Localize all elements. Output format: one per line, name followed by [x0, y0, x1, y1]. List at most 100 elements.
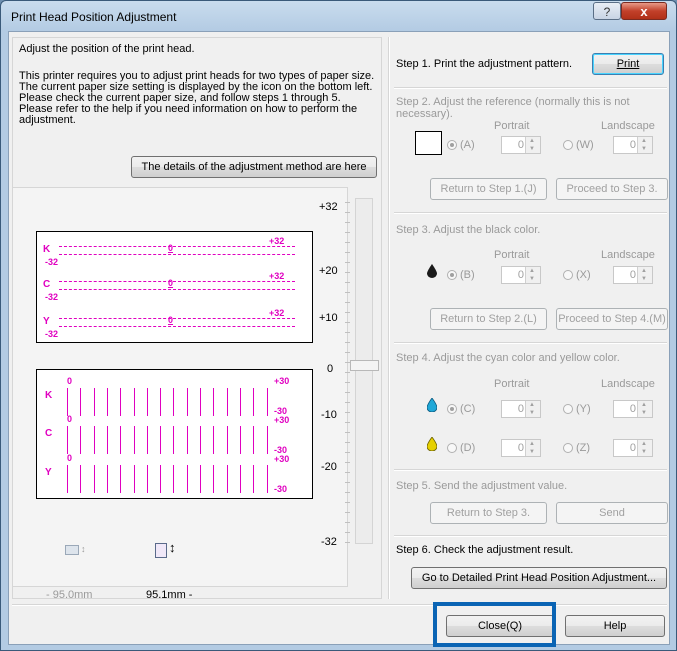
scale-tick	[345, 462, 350, 463]
pattern-bar	[186, 426, 188, 454]
adjustment-details-button[interactable]: The details of the adjustment method are…	[131, 156, 377, 178]
pattern-bar	[239, 426, 241, 454]
pattern-bar	[186, 465, 188, 493]
scale-tick	[345, 312, 350, 313]
dialog-client-area: Adjust the position of the print head. T…	[8, 31, 670, 645]
pattern-bar	[266, 388, 268, 416]
portrait-paper-icon	[155, 543, 167, 558]
scale-label: -32	[321, 536, 337, 548]
proceed-to-step4-button[interactable]: Proceed to Step 4.(M)	[556, 308, 668, 330]
pattern-bar	[160, 426, 162, 454]
step4-cyan-portrait-spinner[interactable]: 0 ▲ ▼	[501, 400, 541, 418]
scale-tick	[345, 392, 350, 393]
scale-tick	[345, 422, 350, 423]
scale-tick	[345, 412, 350, 413]
step-separator	[394, 212, 667, 214]
pattern-bar	[67, 465, 68, 493]
radio-option-x[interactable]	[563, 270, 573, 280]
window-title: Print Head Position Adjustment	[11, 10, 177, 24]
detailed-adjustment-button[interactable]: Go to Detailed Print Head Position Adjus…	[411, 567, 667, 589]
pattern-sheet-top: +32 +32 +32 -32 -32 -32 0 0 0 K C Y	[36, 231, 313, 343]
footer-separator	[12, 604, 667, 606]
scale-label: -10	[321, 409, 337, 421]
option-w-label: (W)	[576, 139, 594, 151]
scale-tick	[345, 442, 350, 443]
pattern-bar	[93, 465, 95, 493]
step4-cyan-landscape-spinner[interactable]: 0 ▲ ▼	[613, 400, 653, 418]
pattern-bar	[200, 388, 201, 416]
scale-tick	[345, 322, 350, 323]
pattern-bar	[253, 426, 255, 454]
scale-ticks	[345, 202, 351, 543]
proceed-to-step3-button[interactable]: Proceed to Step 3.	[556, 178, 668, 200]
scale-tick	[345, 492, 350, 493]
scale-tick	[345, 452, 350, 453]
pattern-bar	[120, 465, 122, 493]
option-d-label: (D)	[460, 442, 476, 454]
pattern-bar	[106, 426, 108, 454]
pattern-bar	[120, 426, 122, 454]
pattern-bar	[226, 388, 228, 416]
cyan-ink-drop-icon	[427, 398, 437, 412]
radio-option-y[interactable]	[563, 404, 573, 414]
radio-option-a[interactable]	[447, 140, 457, 150]
step3-landscape-spinner[interactable]: 0 ▲ ▼	[613, 266, 653, 284]
radio-option-z[interactable]	[563, 443, 573, 453]
step4-yellow-landscape-spinner[interactable]: 0 ▲ ▼	[613, 439, 653, 457]
pattern-bar	[213, 465, 215, 493]
step3-portrait-spinner[interactable]: 0 ▲ ▼	[501, 266, 541, 284]
scale-tick	[345, 372, 350, 373]
return-to-step1-button[interactable]: Return to Step 1.(J)	[430, 178, 547, 200]
step-separator	[394, 469, 667, 471]
return-to-step2-button[interactable]: Return to Step 2.(L)	[430, 308, 547, 330]
scale-tick	[345, 232, 350, 233]
step2-portrait-spinner[interactable]: 0 ▲ ▼	[501, 136, 541, 154]
pattern-bar	[253, 465, 255, 493]
adjustment-slider-thumb[interactable]	[350, 360, 379, 371]
radio-option-c[interactable]	[447, 404, 457, 414]
pattern-bar	[80, 388, 82, 416]
scale-tick	[345, 332, 350, 333]
pattern-bar	[120, 388, 122, 416]
pattern-bar	[213, 426, 215, 454]
pattern-bar	[133, 388, 135, 416]
help-button[interactable]: Help	[565, 615, 665, 637]
scale-tick	[345, 282, 350, 283]
radio-option-w[interactable]	[563, 140, 573, 150]
title-help-button[interactable]: ?	[593, 2, 621, 20]
pattern-bar	[173, 465, 175, 493]
scale-tick	[345, 532, 350, 533]
scale-label: 0	[327, 363, 334, 375]
pattern-bar	[93, 388, 95, 416]
step2-landscape-label: Landscape	[601, 120, 655, 132]
title-close-button[interactable]: x	[621, 2, 667, 20]
scale-label: +10	[319, 312, 338, 324]
step2-landscape-spinner[interactable]: 0 ▲ ▼	[613, 136, 653, 154]
pattern-bar	[80, 465, 82, 493]
scale-tick	[345, 272, 350, 273]
step2-portrait-label: Portrait	[494, 120, 530, 132]
step5-label: Step 5. Send the adjustment value.	[396, 480, 568, 492]
pattern-bar	[67, 426, 68, 454]
send-button[interactable]: Send	[556, 502, 668, 524]
pattern-bar	[67, 388, 68, 416]
scale-tick	[345, 352, 350, 353]
pattern-bar	[133, 465, 135, 493]
step-separator	[394, 342, 667, 344]
scale-tick	[345, 252, 350, 253]
adjustment-slider-track[interactable]	[355, 198, 373, 544]
option-z-label: (Z)	[576, 442, 591, 454]
radio-option-b[interactable]	[447, 270, 457, 280]
scale-tick	[345, 512, 350, 513]
step4-yellow-portrait-spinner[interactable]: 0 ▲ ▼	[501, 439, 541, 457]
step-separator	[394, 87, 667, 89]
pattern-bar	[173, 426, 175, 454]
scale-tick	[345, 302, 350, 303]
radio-option-d[interactable]	[447, 443, 457, 453]
pattern-sheet-bottom: K C Y 0 0 0 +30 -30 +30 -30 +30 -30	[36, 369, 313, 499]
print-button[interactable]: Print	[592, 53, 664, 75]
step1-label: Step 1. Print the adjustment pattern.	[396, 58, 573, 70]
yellow-ink-drop-icon	[427, 437, 437, 451]
return-to-step3-button[interactable]: Return to Step 3.	[430, 502, 547, 524]
step2-label: Step 2. Adjust the reference (normally t…	[396, 96, 630, 120]
